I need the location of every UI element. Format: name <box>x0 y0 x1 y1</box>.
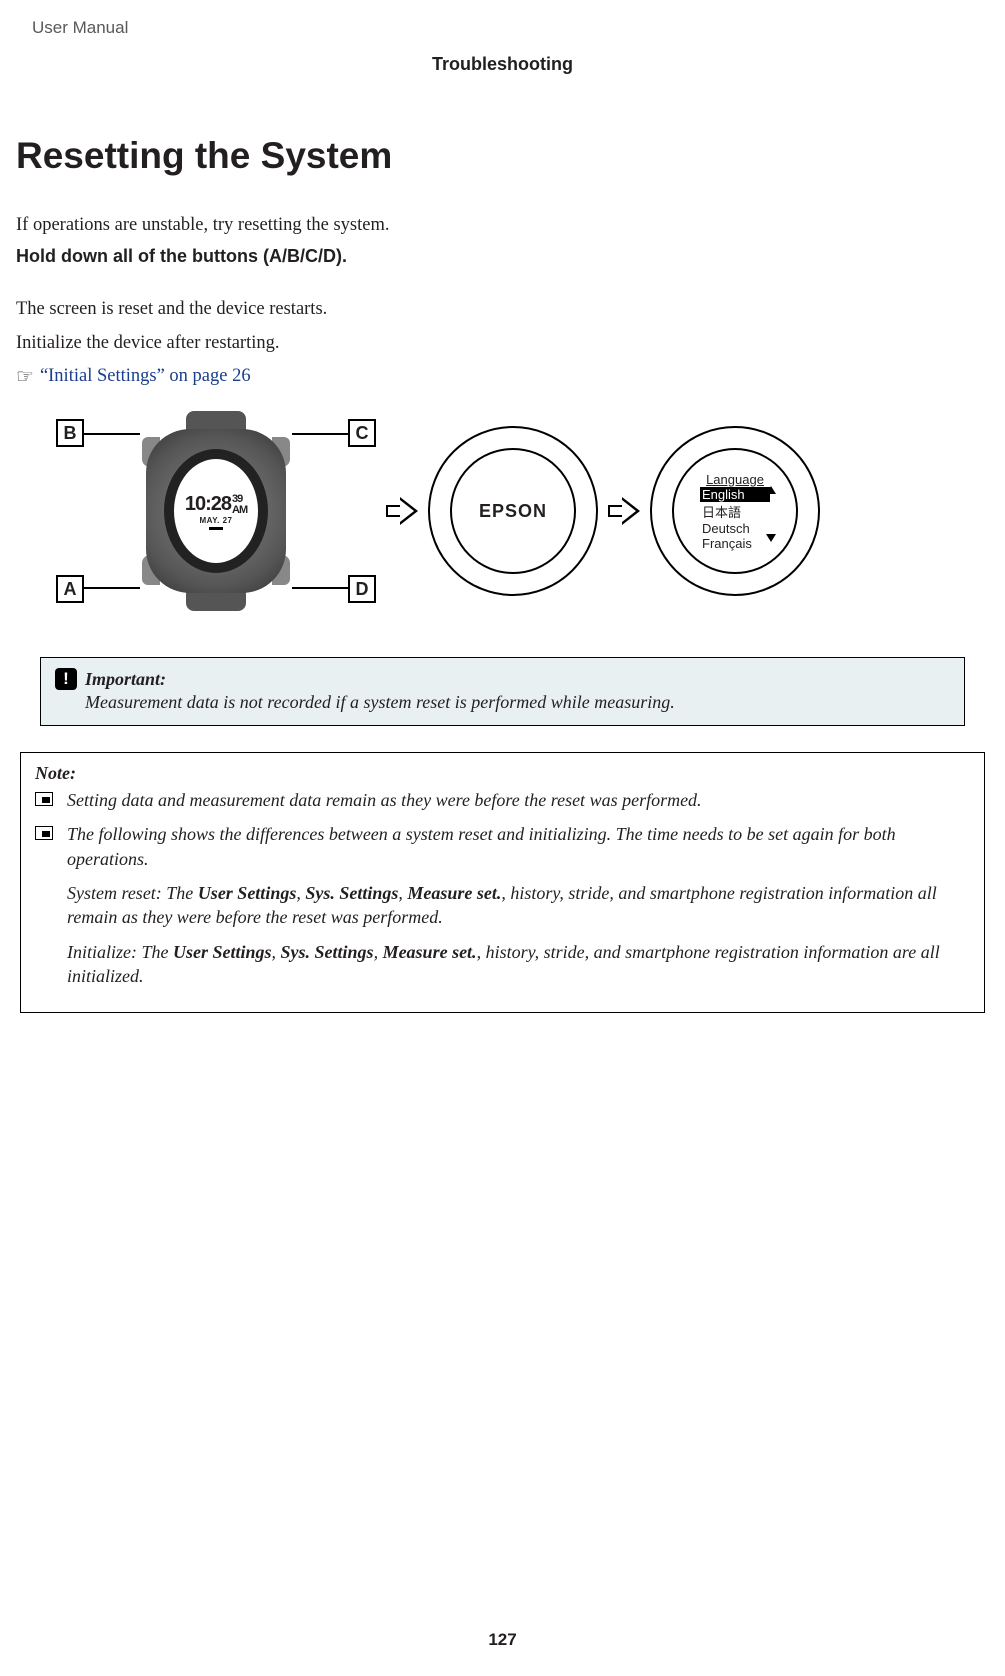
lang-option-francais: Français <box>700 536 770 551</box>
watch-face: 10:28 39 AM MAY. 27 <box>174 459 258 563</box>
important-body: Measurement data is not recorded if a sy… <box>85 692 950 713</box>
lang-option-deutsch: Deutsch <box>700 521 770 536</box>
initialize-detail: Initialize: The User Settings, Sys. Sett… <box>67 940 970 989</box>
language-screen: Language English 日本語 Deutsch Français <box>672 448 798 574</box>
epson-logo: EPSON <box>479 501 547 522</box>
checkbox-bullet-icon <box>35 826 53 840</box>
note-item-2: The following shows the differences betw… <box>35 822 970 871</box>
note-item-1-text: Setting data and measurement data remain… <box>67 788 702 812</box>
page-content: Resetting the System If operations are u… <box>16 135 989 1013</box>
language-screen-outer: Language English 日本語 Deutsch Français <box>650 426 820 596</box>
cross-reference-row: ☞ “Initial Settings” on page 26 <box>16 364 989 389</box>
button-a-label: A <box>56 575 84 603</box>
language-title: Language <box>706 472 764 487</box>
pointer-icon: ☞ <box>16 364 34 389</box>
note-item-2-intro: The following shows the differences betw… <box>67 822 970 871</box>
initial-settings-link[interactable]: “Initial Settings” on page 26 <box>40 366 251 387</box>
note-title: Note: <box>35 763 970 784</box>
lang-option-english: English <box>700 487 770 502</box>
system-reset-detail: System reset: The User Settings, Sys. Se… <box>67 881 970 930</box>
page-heading: Resetting the System <box>16 135 989 177</box>
arrow-2 <box>608 497 640 525</box>
important-callout: ! Important: Measurement data is not rec… <box>40 657 965 726</box>
lang-option-japanese: 日本語 <box>700 502 770 521</box>
arrow-1 <box>386 497 418 525</box>
section-title: Troubleshooting <box>0 54 1005 75</box>
reset-illustration: B C A D 10:28 39 AM <box>16 411 989 611</box>
button-d-line <box>292 587 348 589</box>
important-icon: ! <box>55 668 77 690</box>
watch-body: 10:28 39 AM MAY. 27 <box>136 411 296 611</box>
scroll-down-icon <box>766 534 776 542</box>
scroll-up-icon <box>766 486 776 494</box>
doc-title: User Manual <box>32 18 128 38</box>
watch-time-ampm: AM <box>232 504 247 516</box>
note-item-1: Setting data and measurement data remain… <box>35 788 970 812</box>
button-c-label: C <box>348 419 376 447</box>
intro-paragraph: If operations are unstable, try resettin… <box>16 211 989 240</box>
note-callout: Note: Setting data and measurement data … <box>20 752 985 1013</box>
button-b-line <box>84 433 140 435</box>
checkbox-bullet-icon <box>35 792 53 806</box>
hold-buttons-instruction: Hold down all of the buttons (A/B/C/D). <box>16 246 989 267</box>
watch-diagram: B C A D 10:28 39 AM <box>56 411 376 611</box>
button-d-label: D <box>348 575 376 603</box>
boot-screen: EPSON <box>428 426 598 596</box>
button-b-label: B <box>56 419 84 447</box>
button-a-line <box>84 587 140 589</box>
page-number: 127 <box>0 1630 1005 1650</box>
watch-date: MAY. 27 <box>200 516 233 525</box>
important-title: Important: <box>85 669 166 690</box>
initialize-paragraph: Initialize the device after restarting. <box>16 329 989 358</box>
watch-time-hm: 10:28 <box>185 493 231 516</box>
button-c-line <box>292 433 348 435</box>
reset-paragraph: The screen is reset and the device resta… <box>16 295 989 324</box>
